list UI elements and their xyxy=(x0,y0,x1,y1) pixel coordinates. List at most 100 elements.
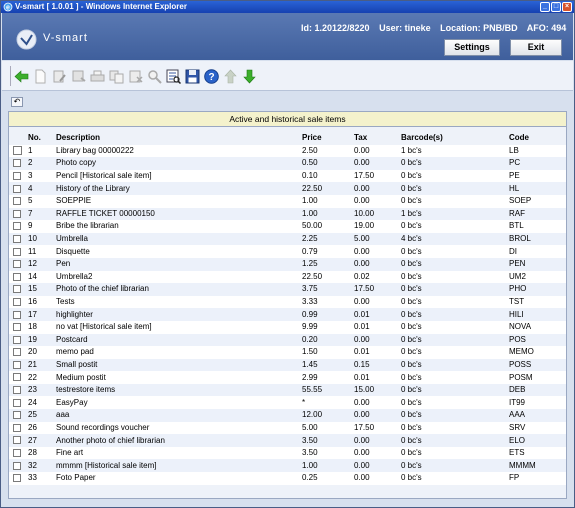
table-row[interactable]: 27 Another photo of chief librarian 3.50 0.… xyxy=(9,434,566,447)
row-select-cell xyxy=(9,384,26,397)
exit-button[interactable]: Exit xyxy=(510,39,562,56)
move-up-icon[interactable] xyxy=(223,69,238,84)
row-checkbox[interactable] xyxy=(13,348,21,357)
cell-price: * xyxy=(302,397,306,407)
row-checkbox[interactable] xyxy=(13,323,21,332)
cell-description: Umbrella xyxy=(56,234,89,244)
save-disk-icon[interactable] xyxy=(185,69,200,84)
table-row[interactable]: 23 testrestore items 55.55 15.00 0 bc's DEB xyxy=(9,383,566,397)
row-checkbox[interactable] xyxy=(13,285,21,294)
settings-button[interactable]: Settings xyxy=(444,39,500,56)
print-icon[interactable] xyxy=(90,69,105,84)
cell-barcodes: 0 bc's xyxy=(401,259,422,269)
column-header-barcodes[interactable]: Barcode(s) xyxy=(399,132,507,145)
table-row[interactable]: 15 Photo of the chief librarian 3.75 17.50 0… xyxy=(9,283,566,296)
back-arrow-icon[interactable] xyxy=(14,69,29,84)
row-checkbox[interactable] xyxy=(13,159,21,168)
table-row[interactable]: 11 Disquette 0.79 0.00 0 bc's DI xyxy=(9,245,566,258)
close-button[interactable]: × xyxy=(562,2,572,12)
table-row[interactable]: 4 History of the Library 22.50 0.00 0 bc's HL xyxy=(9,182,566,195)
logo-text: V-smart xyxy=(43,32,88,44)
table-row[interactable]: 32 mmmm [Historical sale item] 1.00 0.00 0 b… xyxy=(9,459,566,473)
table-row[interactable]: 19 Postcard 0.20 0.00 0 bc's POS xyxy=(9,333,566,347)
row-checkbox[interactable] xyxy=(13,449,21,458)
cell-tax: 5.00 xyxy=(354,234,370,244)
cell-code: IT99 xyxy=(509,397,526,407)
row-checkbox[interactable] xyxy=(13,436,21,445)
help-icon[interactable]: ? xyxy=(204,69,219,84)
new-document-icon[interactable] xyxy=(33,69,48,84)
minimize-button[interactable]: _ xyxy=(540,2,550,12)
table-row[interactable]: 12 Pen 1.25 0.00 0 bc's PEN xyxy=(9,257,566,271)
row-checkbox[interactable] xyxy=(13,411,21,420)
row-checkbox[interactable] xyxy=(13,171,21,180)
search-icon[interactable] xyxy=(147,69,162,84)
row-checkbox[interactable] xyxy=(13,423,21,432)
table-row[interactable]: 5 SOEPPIE 1.00 0.00 0 bc's SOEP xyxy=(9,194,566,208)
table-row[interactable]: 1 Library bag 00000222 2.50 0.00 1 bc's LB xyxy=(9,144,566,158)
copy-icon[interactable] xyxy=(109,69,124,84)
edit-icon[interactable] xyxy=(52,69,67,84)
table-row[interactable]: 33 Foto Paper 0.25 0.00 0 bc's FP xyxy=(9,472,566,485)
column-header-price[interactable]: Price xyxy=(300,132,352,145)
row-checkbox[interactable] xyxy=(13,398,21,407)
table-row[interactable]: 18 no vat [Historical sale item] 9.99 0.01 0… xyxy=(9,320,566,334)
cell-tax: 0.00 xyxy=(354,196,370,206)
table-row[interactable]: 17 highlighter 0.99 0.01 0 bc's HILI xyxy=(9,308,566,321)
cell-barcodes: 0 bc's xyxy=(401,448,422,458)
table-row[interactable]: 25 aaa 12.00 0.00 0 bc's AAA xyxy=(9,409,566,422)
row-checkbox[interactable] xyxy=(13,386,21,395)
cell-description: Pen xyxy=(56,259,71,269)
cell-price: 1.00 xyxy=(302,196,318,206)
cell-code: SRV xyxy=(509,422,526,432)
table-row[interactable]: 24 EasyPay * 0.00 0 bc's IT99 xyxy=(9,396,566,410)
cell-code: DEB xyxy=(509,385,526,395)
row-checkbox[interactable] xyxy=(13,310,21,319)
table-row[interactable]: 20 memo pad 1.50 0.01 0 bc's MEMO xyxy=(9,346,566,359)
table-row[interactable]: 14 Umbrella2 22.50 0.02 0 bc's UM2 xyxy=(9,270,566,284)
column-header-tax[interactable]: Tax xyxy=(352,132,399,145)
table-row[interactable]: 22 Medium postit 2.99 0.01 0 bc's POSM xyxy=(9,371,566,384)
cell-no: 32 xyxy=(28,460,37,470)
move-down-icon[interactable] xyxy=(242,69,257,84)
row-checkbox[interactable] xyxy=(13,461,21,470)
save-icon[interactable] xyxy=(71,69,86,84)
table-row[interactable]: 9 Bribe the librarian 50.00 19.00 0 bc's BTL xyxy=(9,220,566,233)
cell-barcodes: 0 bc's xyxy=(401,359,422,369)
row-checkbox[interactable] xyxy=(13,184,21,193)
row-checkbox[interactable] xyxy=(13,197,21,206)
row-checkbox[interactable] xyxy=(13,146,22,156)
row-checkbox[interactable] xyxy=(13,272,21,281)
table-row[interactable]: 16 Tests 3.33 0.00 0 bc's TST xyxy=(9,295,566,309)
row-checkbox[interactable] xyxy=(13,260,21,269)
row-select-cell xyxy=(9,296,26,309)
cell-description: Photo of the chief librarian xyxy=(56,284,149,294)
table-row[interactable]: 10 Umbrella 2.25 5.00 4 bc's BROL xyxy=(9,232,566,246)
table-row[interactable]: 7 RAFFLE TICKET 00000150 1.00 10.00 1 bc's RA… xyxy=(9,207,566,221)
row-checkbox[interactable] xyxy=(13,234,21,243)
row-checkbox[interactable] xyxy=(13,335,21,344)
table-row[interactable]: 26 Sound recordings voucher 5.00 17.50 0 bc'… xyxy=(9,421,566,435)
column-header-description[interactable]: Description xyxy=(54,132,300,145)
cell-tax: 0.15 xyxy=(354,359,370,369)
row-checkbox[interactable] xyxy=(13,373,21,382)
table-row[interactable]: 28 Fine art 3.50 0.00 0 bc's ETS xyxy=(9,446,566,460)
row-checkbox[interactable] xyxy=(13,209,21,218)
table-row[interactable]: 2 Photo copy 0.50 0.00 0 bc's PC xyxy=(9,157,566,170)
undo-icon[interactable]: ↶ xyxy=(11,97,23,107)
column-header-no[interactable]: No. xyxy=(26,132,54,145)
table-row[interactable]: 3 Pencil [Historical sale item] 0.10 17.50 0… xyxy=(9,169,566,183)
row-checkbox[interactable] xyxy=(13,297,21,306)
session-info: Id: 1.20122/8220 User: tineke Location: … xyxy=(301,23,573,33)
delete-icon[interactable] xyxy=(128,69,143,84)
table-row[interactable]: 21 Small postit 1.45 0.15 0 bc's POSS xyxy=(9,358,566,372)
row-checkbox[interactable] xyxy=(13,474,21,483)
view-icon[interactable] xyxy=(166,69,181,84)
maximize-button[interactable]: □ xyxy=(551,2,561,12)
row-checkbox[interactable] xyxy=(13,360,21,369)
row-checkbox[interactable] xyxy=(13,247,21,256)
column-header-code[interactable]: Code xyxy=(507,132,566,145)
cell-description: Library bag 00000222 xyxy=(56,145,134,155)
row-checkbox[interactable] xyxy=(13,222,21,231)
cell-no: 26 xyxy=(28,422,37,432)
